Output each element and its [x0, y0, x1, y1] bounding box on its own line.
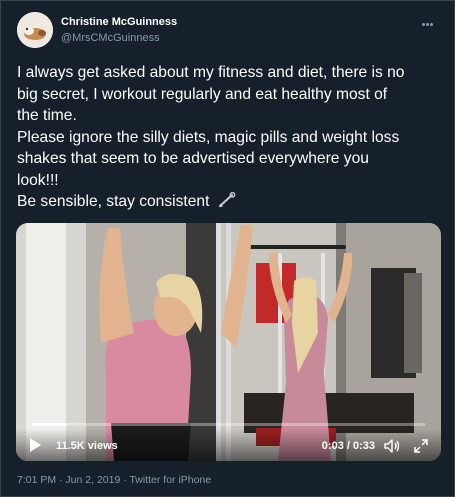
video-progress-fill	[32, 423, 68, 426]
video-time: 0:03 / 0:33	[321, 440, 375, 452]
tweet-line: Be sensible, stay consistent	[17, 193, 210, 210]
tweet-line: big secret, I workout regularly and eat …	[17, 85, 388, 103]
author-name[interactable]: Christine McGuinness	[61, 16, 177, 28]
tweet-line: the time.	[17, 107, 77, 124]
tweet-line-last: Be sensible, stay consistent	[17, 191, 447, 213]
tweet-timestamp[interactable]: 7:01 PM · Jun 2, 2019 · Twitter for iPho…	[17, 474, 211, 486]
tweet-text: I always get asked about my fitness and …	[17, 62, 447, 213]
avatar[interactable]	[17, 12, 53, 48]
video-progress-bar[interactable]	[32, 423, 425, 426]
muscle-emoji-icon	[218, 191, 236, 208]
tweet-line: I always get asked about my fitness and …	[17, 64, 405, 81]
video-player[interactable]: 11.5K views 0:03 / 0:33	[16, 223, 441, 461]
fullscreen-icon[interactable]	[413, 438, 429, 454]
more-icon[interactable]	[422, 13, 440, 26]
tweet-card: Christine McGuinness @MrsCMcGuinness I a…	[0, 0, 455, 497]
tweet-line: look!!!	[17, 171, 59, 189]
view-count: 11.5K views	[56, 440, 118, 452]
tweet-line: shakes that seem to be advertised everyw…	[17, 150, 369, 167]
play-icon[interactable]	[30, 438, 41, 452]
author-handle[interactable]: @MrsCMcGuinness	[61, 32, 160, 44]
volume-icon[interactable]	[383, 438, 401, 454]
tweet-line: Please ignore the silly diets, magic pil…	[17, 128, 400, 146]
